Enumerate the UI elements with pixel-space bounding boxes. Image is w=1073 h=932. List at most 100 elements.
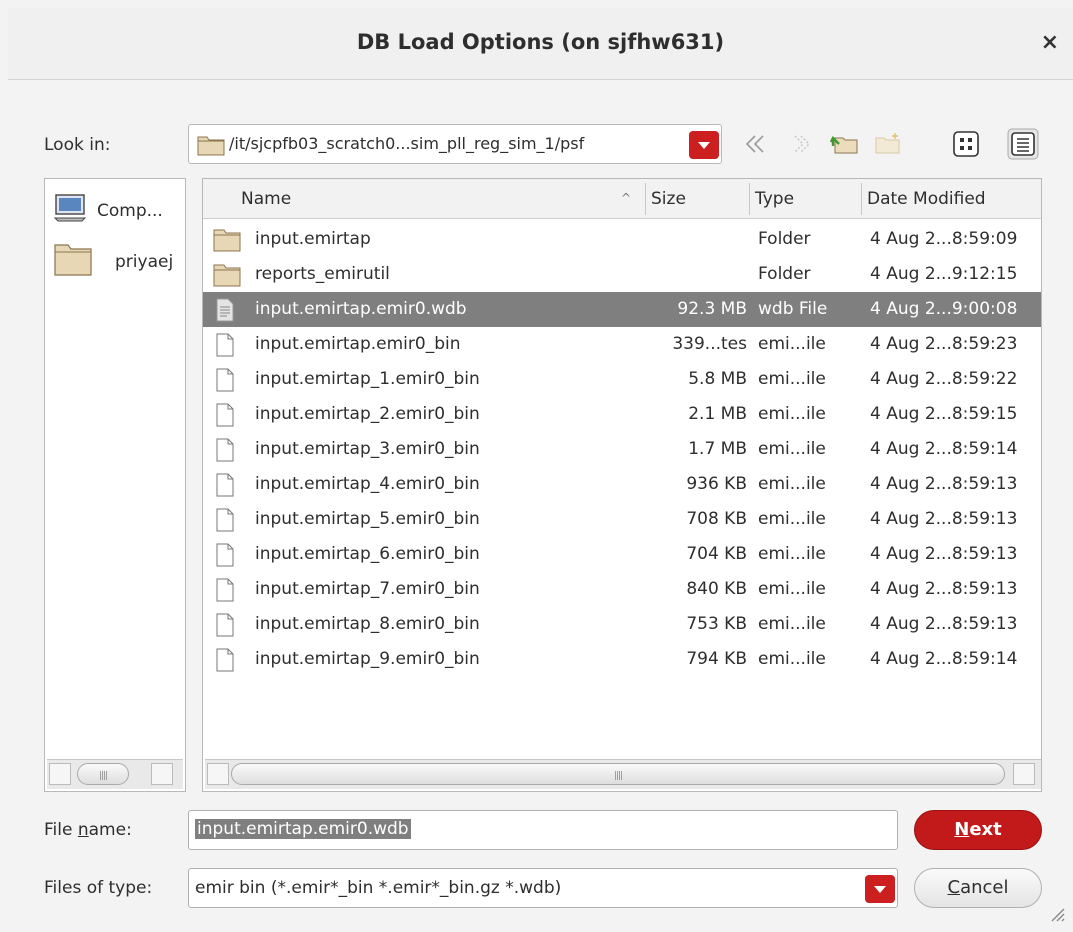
table-row[interactable]: input.emirtap.emir0.wdb 92.3 MB wdb File 4 … <box>203 292 1041 327</box>
file-date-cell: 4 Aug 2...9:00:08 <box>870 299 1018 319</box>
file-type-cell: emi...ile <box>758 404 826 424</box>
file-list-scrollbar[interactable]: |||| <box>205 759 1041 789</box>
file-type-cell: emi...ile <box>758 334 826 354</box>
column-name[interactable]: Name <box>241 189 291 209</box>
scroll-thumb[interactable]: |||| <box>231 763 1005 785</box>
file-icon <box>213 578 237 607</box>
file-name-cell: input.emirtap_5.emir0_bin <box>255 509 480 529</box>
close-icon[interactable]: × <box>1041 30 1059 55</box>
file-type-cell: emi...ile <box>758 439 826 459</box>
file-size-cell: 753 KB <box>686 614 747 634</box>
new-folder-icon[interactable] <box>870 126 906 162</box>
file-name-cell: input.emirtap.emir0_bin <box>255 334 461 354</box>
dialog-window: DB Load Options (on sjfhw631) × Look in:… <box>0 0 1073 932</box>
file-date-cell: 4 Aug 2...8:59:13 <box>870 544 1018 564</box>
file-size-cell: 339...tes <box>672 334 747 354</box>
file-date-cell: 4 Aug 2...8:59:13 <box>870 509 1018 529</box>
chevron-down-icon[interactable] <box>689 131 719 159</box>
list-view-icon[interactable] <box>948 126 984 162</box>
file-date-cell: 4 Aug 2...8:59:15 <box>870 404 1018 424</box>
scroll-left-icon[interactable] <box>207 763 229 785</box>
file-date-cell: 4 Aug 2...9:12:15 <box>870 264 1018 284</box>
file-date-cell: 4 Aug 2...8:59:13 <box>870 579 1018 599</box>
forward-arrow-icon[interactable] <box>782 126 818 162</box>
table-row[interactable]: input.emirtap.emir0_bin 339...tes emi...il… <box>203 327 1041 362</box>
file-icon <box>213 473 237 502</box>
look-in-label: Look in: <box>44 135 111 155</box>
parent-folder-icon[interactable] <box>826 126 862 162</box>
file-date-cell: 4 Aug 2...8:59:09 <box>870 229 1018 249</box>
file-size-cell: 704 KB <box>686 544 747 564</box>
file-type-cell: emi...ile <box>758 579 826 599</box>
next-button[interactable]: Next <box>914 810 1042 850</box>
file-icon <box>213 333 237 362</box>
table-row[interactable]: input.emirtap_1.emir0_bin 5.8 MB emi...ile… <box>203 362 1041 397</box>
table-row[interactable]: reports_emirutil Folder 4 Aug 2...9:12:15 <box>203 257 1041 292</box>
file-icon <box>213 368 237 397</box>
files-of-type-combo[interactable]: emir bin (*.emir*_bin *.emir*_bin.gz *.w… <box>188 868 898 908</box>
file-list: Name ^ Size Type Date Modified input.emi… <box>202 178 1042 792</box>
file-size-cell: 5.8 MB <box>688 369 747 389</box>
sidebar-item-priyaej[interactable]: priyaej <box>53 241 173 282</box>
file-icon <box>213 438 237 467</box>
chevron-down-icon[interactable] <box>865 875 895 903</box>
dialog-title: DB Load Options (on sjfhw631) <box>356 30 725 54</box>
scroll-right-icon[interactable] <box>151 763 173 785</box>
table-row[interactable]: input.emirtap_6.emir0_bin 704 KB emi...ile… <box>203 537 1041 572</box>
folder-icon <box>197 134 225 160</box>
file-name-cell: input.emirtap.emir0.wdb <box>255 299 467 319</box>
table-row[interactable]: input.emirtap_2.emir0_bin 2.1 MB emi...ile… <box>203 397 1041 432</box>
file-name-cell: input.emirtap_3.emir0_bin <box>255 439 480 459</box>
file-date-cell: 4 Aug 2...8:59:22 <box>870 369 1018 389</box>
table-row[interactable]: input.emirtap_8.emir0_bin 753 KB emi...ile… <box>203 607 1041 642</box>
file-date-cell: 4 Aug 2...8:59:13 <box>870 474 1018 494</box>
detail-view-icon[interactable] <box>1005 126 1041 162</box>
file-size-cell: 92.3 MB <box>677 299 747 319</box>
sidebar-scrollbar[interactable]: |||| <box>47 759 183 789</box>
table-row[interactable]: input.emirtap_3.emir0_bin 1.7 MB emi...ile… <box>203 432 1041 467</box>
column-size[interactable]: Size <box>651 189 686 209</box>
file-name-value: input.emirtap.emir0.wdb <box>195 819 411 839</box>
sidebar-item-label: priyaej <box>115 251 174 272</box>
column-type[interactable]: Type <box>755 189 794 209</box>
file-name-cell: input.emirtap <box>255 229 371 249</box>
files-of-type-label: Files of type: <box>44 878 153 898</box>
file-size-cell: 1.7 MB <box>688 439 747 459</box>
file-name-cell: reports_emirutil <box>255 264 390 284</box>
file-name-cell: input.emirtap_9.emir0_bin <box>255 649 480 669</box>
folder-icon <box>53 241 93 282</box>
file-type-cell: Folder <box>758 264 811 284</box>
file-size-cell: 794 KB <box>686 649 747 669</box>
resize-grip-icon[interactable] <box>1047 904 1065 926</box>
scroll-left-icon[interactable] <box>49 763 71 785</box>
sidebar-item-computer[interactable]: Comp... <box>53 193 163 228</box>
back-arrow-icon[interactable] <box>738 126 774 162</box>
file-name-input[interactable]: input.emirtap.emir0.wdb <box>188 810 898 850</box>
file-name-cell: input.emirtap_2.emir0_bin <box>255 404 480 424</box>
file-size-cell: 2.1 MB <box>688 404 747 424</box>
file-name-label: File name: <box>44 820 132 840</box>
file-date-cell: 4 Aug 2...8:59:13 <box>870 614 1018 634</box>
file-size-cell: 708 KB <box>686 509 747 529</box>
computer-icon <box>53 193 87 228</box>
file-type-cell: emi...ile <box>758 369 826 389</box>
scroll-thumb[interactable]: |||| <box>77 763 129 785</box>
table-row[interactable]: input.emirtap_7.emir0_bin 840 KB emi...ile… <box>203 572 1041 607</box>
table-row[interactable]: input.emirtap_5.emir0_bin 708 KB emi...ile… <box>203 502 1041 537</box>
sort-ascending-icon: ^ <box>621 191 632 205</box>
sidebar-item-label: Comp... <box>97 200 163 221</box>
table-row[interactable]: input.emirtap_9.emir0_bin 794 KB emi...ile… <box>203 642 1041 677</box>
file-type-cell: emi...ile <box>758 614 826 634</box>
table-row[interactable]: input.emirtap Folder 4 Aug 2...8:59:09 <box>203 222 1041 257</box>
scroll-right-icon[interactable] <box>1013 763 1035 785</box>
file-type-cell: emi...ile <box>758 474 826 494</box>
file-name-cell: input.emirtap_7.emir0_bin <box>255 579 480 599</box>
file-name-cell: input.emirtap_6.emir0_bin <box>255 544 480 564</box>
cancel-button[interactable]: Cancel <box>914 868 1042 908</box>
file-icon <box>213 648 237 677</box>
file-list-header: Name ^ Size Type Date Modified <box>203 179 1041 219</box>
table-row[interactable]: input.emirtap_4.emir0_bin 936 KB emi...ile… <box>203 467 1041 502</box>
column-date-modified[interactable]: Date Modified <box>867 189 986 209</box>
file-name-cell: input.emirtap_4.emir0_bin <box>255 474 480 494</box>
look-in-combo[interactable]: /it/sjcpfb03_scratch0...sim_pll_reg_sim_… <box>188 124 722 164</box>
